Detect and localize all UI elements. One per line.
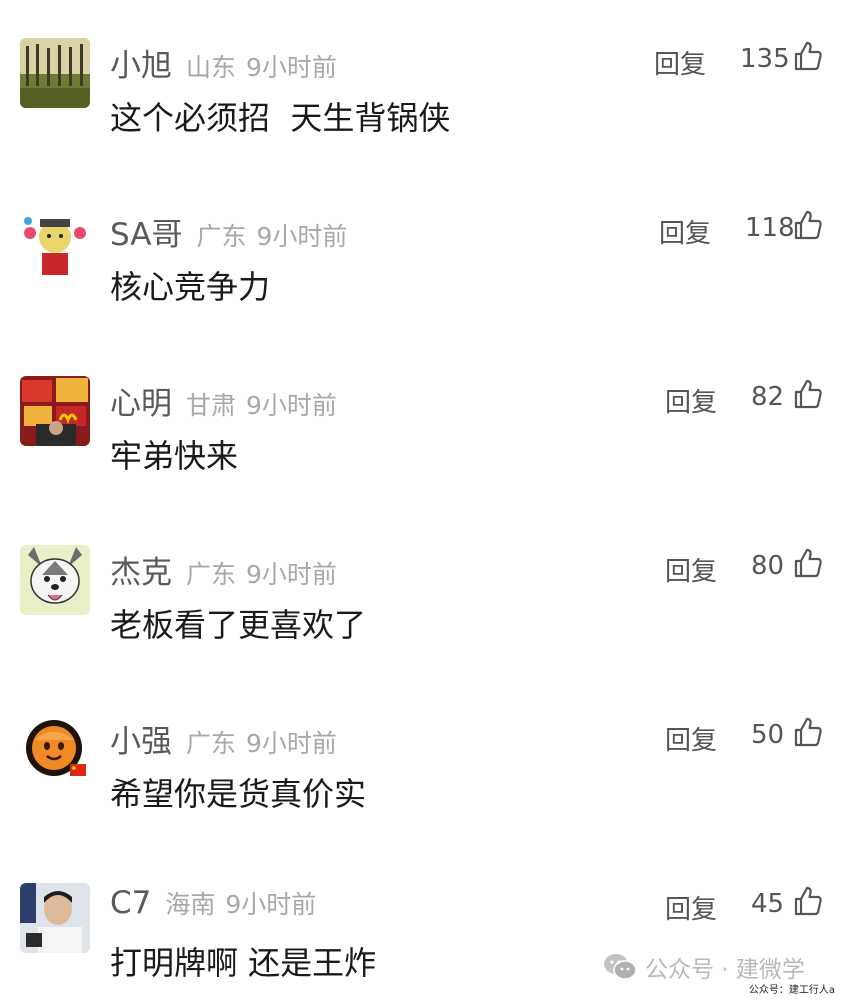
user-avatar[interactable] <box>20 38 90 108</box>
comment-meta: 心明 甘肃 9小时前 <box>110 378 337 423</box>
comment-text: 牢弟快来 <box>110 437 239 475</box>
comment-text: 核心竞争力 <box>110 268 271 306</box>
username[interactable]: 小旭 <box>110 40 172 85</box>
thumbs-up-icon[interactable] <box>793 40 823 72</box>
comment-text: 打明牌啊 还是王炸 <box>110 944 377 982</box>
reply-button[interactable]: 回复 <box>665 720 717 757</box>
reply-button[interactable]: 回复 <box>665 551 717 588</box>
username[interactable]: C7 <box>110 885 151 921</box>
reply-button[interactable]: 回复 <box>659 213 711 250</box>
location: 广东 <box>196 222 247 251</box>
like-count: 50 <box>751 720 785 750</box>
comment-meta: SA哥 广东 9小时前 <box>110 209 348 254</box>
timestamp: 9小时前 <box>256 222 348 251</box>
comment-text: 这个必须招 天生背锅侠 <box>110 99 451 137</box>
reply-button[interactable]: 回复 <box>665 382 717 419</box>
thumbs-up-icon[interactable] <box>793 885 823 917</box>
timestamp: 9小时前 <box>246 729 337 758</box>
comment-item: 小旭 山东 9小时前 回复 135 这个必须招 天生背锅侠 <box>0 38 841 148</box>
location: 海南 <box>165 890 216 919</box>
user-avatar[interactable] <box>20 883 90 953</box>
timestamp: 9小时前 <box>225 890 317 919</box>
credit-text: 公众号：建工行人a <box>748 985 835 996</box>
watermark: 公众号 · 建微学 <box>603 950 805 984</box>
like-count: 45 <box>751 889 785 919</box>
comment-item: 心明 甘肃 9小时前 回复 82 牢弟快来 <box>0 376 841 486</box>
location: 甘肃 <box>186 391 237 420</box>
thumbs-up-icon[interactable] <box>793 378 823 410</box>
comment-item: 杰克 广东 9小时前 回复 80 老板看了更喜欢了 <box>0 545 841 655</box>
username[interactable]: 杰克 <box>110 547 172 592</box>
location: 山东 <box>186 53 237 82</box>
comment-meta: 杰克 广东 9小时前 <box>110 547 337 592</box>
reply-button[interactable]: 回复 <box>654 44 706 81</box>
like-count: 80 <box>751 551 785 581</box>
username[interactable]: 小强 <box>110 716 172 761</box>
reply-button[interactable]: 回复 <box>665 889 717 926</box>
user-avatar[interactable] <box>20 376 90 446</box>
comment-meta: 小强 广东 9小时前 <box>110 716 337 761</box>
comment-meta: C7 海南 9小时前 <box>110 885 316 927</box>
thumbs-up-icon[interactable] <box>793 547 823 579</box>
thumbs-up-icon[interactable] <box>793 209 823 241</box>
user-avatar[interactable] <box>20 207 90 277</box>
location: 广东 <box>186 729 237 758</box>
comment-text: 希望你是货真价实 <box>110 775 367 813</box>
comment-list: 小旭 山东 9小时前 回复 135 这个必须招 天生背锅侠 SA哥 广东 9小时… <box>0 0 841 1000</box>
like-count: 118 <box>745 213 795 243</box>
timestamp: 9小时前 <box>246 53 337 82</box>
wechat-icon <box>604 954 637 980</box>
comment-item: 小强 广东 9小时前 回复 50 希望你是货真价实 <box>0 714 841 824</box>
timestamp: 9小时前 <box>246 391 337 420</box>
comment-item: SA哥 广东 9小时前 回复 118 核心竞争力 <box>0 207 841 317</box>
timestamp: 9小时前 <box>246 560 337 589</box>
username[interactable]: 心明 <box>110 378 172 423</box>
comment-meta: 小旭 山东 9小时前 <box>110 40 337 85</box>
user-avatar[interactable] <box>20 545 90 615</box>
thumbs-up-icon[interactable] <box>793 716 823 748</box>
user-avatar[interactable] <box>20 714 90 784</box>
watermark-text: 公众号 · 建微学 <box>645 957 805 983</box>
comment-text: 老板看了更喜欢了 <box>110 606 367 644</box>
like-count: 135 <box>740 44 790 74</box>
like-count: 82 <box>751 382 785 412</box>
location: 广东 <box>186 560 237 589</box>
username[interactable]: SA哥 <box>110 209 182 254</box>
